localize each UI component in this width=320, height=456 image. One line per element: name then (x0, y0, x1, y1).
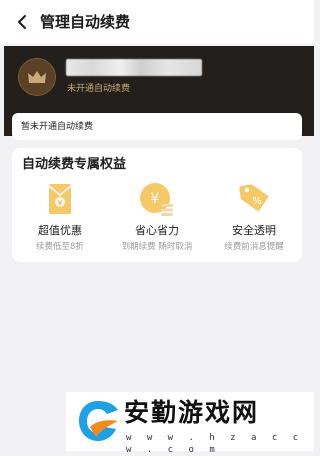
watermark-logo-icon (79, 401, 118, 441)
benefit-desc: 到期续费 随时取消 (121, 242, 193, 252)
benefit-label: 超值优惠 (38, 224, 82, 237)
page-title: 管理自动续费 (40, 13, 131, 31)
chevron-left-icon (18, 15, 26, 29)
top-bar: 管理自动续费 (0, 0, 314, 44)
back-button[interactable] (10, 10, 34, 34)
user-name-redacted (66, 59, 202, 76)
benefit-desc: 续费低至8折 (36, 242, 84, 252)
yen-coin-icon: ¥ (140, 183, 173, 216)
benefits-title: 自动续费专属权益 (22, 157, 127, 172)
benefit-item-transparency: % 安全透明 续费前消息提醒 (206, 180, 302, 253)
svg-text:¥: ¥ (151, 191, 160, 207)
envelope-gift-icon: ¥ (48, 184, 72, 214)
benefit-label: 省心省力 (135, 224, 179, 237)
avatar (18, 58, 56, 96)
watermark-url: w w w . h z a c c w . c o m (126, 433, 304, 455)
auto-renew-status: 未开通自动续费 (67, 84, 131, 94)
notice-card: 暂未开通自动续费 (12, 113, 302, 140)
site-watermark: 安勤游戏网 w w w . h z a c c w . c o m (66, 392, 314, 455)
percent-tag-icon: % (239, 184, 269, 212)
watermark-text: 安勤游戏网 (124, 398, 260, 427)
benefit-desc: 续费前消息提醒 (224, 242, 284, 252)
benefit-label: 安全透明 (232, 224, 276, 237)
crown-icon (28, 71, 46, 83)
benefit-item-discount: ¥ 超值优惠 续费低至8折 (12, 180, 108, 253)
svg-text:%: % (252, 196, 262, 207)
benefit-item-convenience: ¥ 省心省力 到期续费 随时取消 (109, 180, 205, 253)
svg-text:¥: ¥ (58, 199, 63, 207)
notice-text: 暂未开通自动续费 (21, 122, 94, 132)
benefits-card: 自动续费专属权益 ¥ 超值优惠 续费低至8折 ¥ 省心省力 到期续费 随时取消 … (12, 148, 302, 262)
